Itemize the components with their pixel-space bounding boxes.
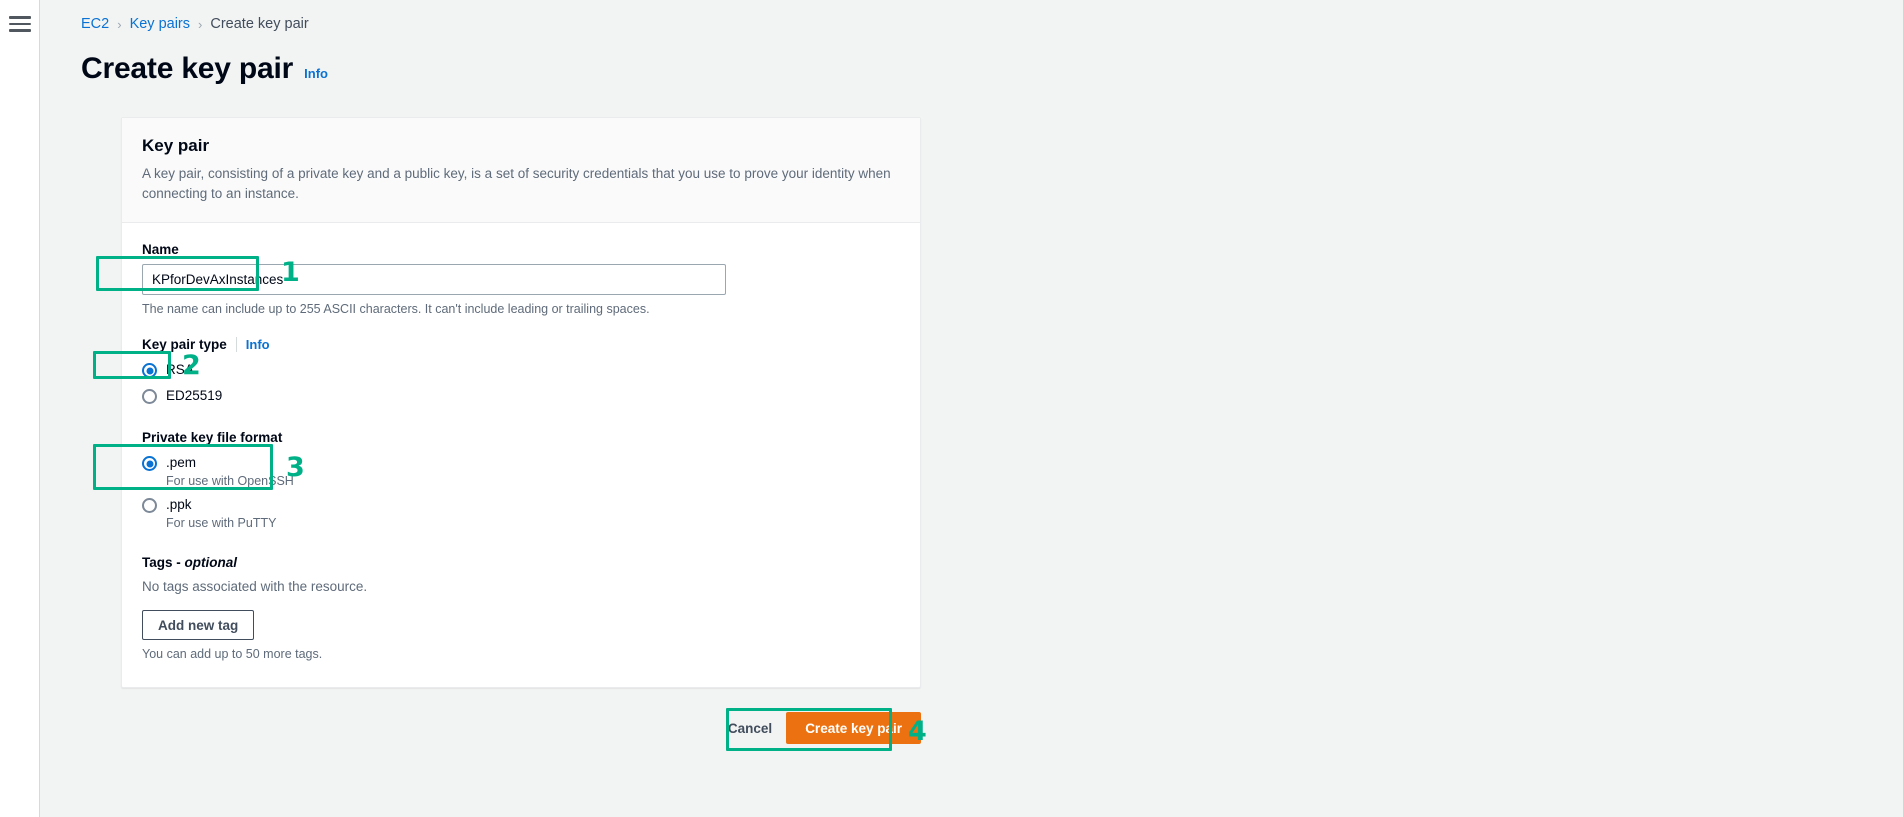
ppk-radio-label: .ppk bbox=[166, 497, 192, 513]
hamburger-menu-icon[interactable] bbox=[9, 16, 31, 32]
chevron-right-icon: › bbox=[198, 16, 203, 32]
radio-selected-icon bbox=[142, 456, 157, 472]
ed25519-radio[interactable]: ED25519 bbox=[142, 383, 900, 409]
tags-empty-text: No tags associated with the resource. bbox=[142, 579, 368, 595]
ppk-radio-description: For use with PuTTY bbox=[166, 516, 277, 531]
breadcrumb-item-key-pairs[interactable]: Key pairs bbox=[130, 16, 190, 32]
card-body: Name The name can include up to 255 ASCI… bbox=[122, 223, 920, 687]
key-pair-type-label-row: Key pair type Info bbox=[142, 337, 900, 353]
tags-heading-main: Tags - bbox=[142, 555, 185, 571]
radio-unselected-icon bbox=[142, 389, 157, 405]
key-pair-type-label: Key pair type bbox=[142, 337, 227, 353]
name-input[interactable] bbox=[142, 264, 726, 296]
pem-radio[interactable]: .pem For use with OpenSSH bbox=[142, 450, 900, 492]
chevron-right-icon: › bbox=[117, 16, 122, 32]
ppk-radio[interactable]: .ppk For use with PuTTY bbox=[142, 492, 900, 534]
rsa-radio-label: RSA bbox=[166, 362, 194, 378]
radio-selected-icon bbox=[142, 363, 157, 379]
ed25519-radio-label: ED25519 bbox=[166, 388, 223, 404]
rsa-radio-texts: RSA bbox=[166, 361, 194, 379]
page-content: EC2 › Key pairs › Create key pair Create… bbox=[41, 0, 1903, 817]
breadcrumb-item-ec2[interactable]: EC2 bbox=[81, 16, 109, 32]
page-root: EC2 › Key pairs › Create key pair Create… bbox=[0, 0, 1903, 817]
name-field-help: The name can include up to 255 ASCII cha… bbox=[142, 302, 650, 317]
private-key-format-group: Private key file format .pem For use wit… bbox=[142, 430, 900, 534]
radio-unselected-icon bbox=[142, 498, 157, 514]
card-title: Key pair bbox=[142, 136, 210, 155]
key-pair-card: Key pair A key pair, consisting of a pri… bbox=[121, 117, 921, 689]
page-title: Create key pair bbox=[81, 52, 294, 85]
name-field-group: Name The name can include up to 255 ASCI… bbox=[142, 242, 900, 316]
breadcrumb-item-current: Create key pair bbox=[210, 16, 309, 32]
create-key-pair-button[interactable]: Create key pair bbox=[786, 712, 921, 744]
tags-heading: Tags - optional bbox=[142, 555, 900, 570]
tags-group: Tags - optional No tags associated with … bbox=[142, 555, 900, 661]
cancel-button[interactable]: Cancel bbox=[714, 712, 786, 744]
card-header: Key pair A key pair, consisting of a pri… bbox=[122, 118, 920, 224]
tags-heading-optional: optional bbox=[184, 555, 238, 571]
ppk-radio-texts: .ppk For use with PuTTY bbox=[166, 496, 276, 530]
breadcrumb: EC2 › Key pairs › Create key pair bbox=[81, 16, 309, 32]
page-header: Create key pair Info bbox=[81, 52, 328, 86]
label-divider bbox=[235, 337, 237, 353]
key-pair-type-info-link[interactable]: Info bbox=[246, 337, 270, 352]
private-key-format-radio-group: .pem For use with OpenSSH .ppk For use w… bbox=[142, 450, 900, 534]
form-footer-actions: Cancel Create key pair bbox=[121, 712, 921, 744]
name-input-row bbox=[142, 264, 900, 296]
key-pair-type-group: Key pair type Info RSA ED25519 bbox=[142, 337, 900, 409]
pem-radio-texts: .pem For use with OpenSSH bbox=[166, 454, 294, 488]
pem-radio-label: .pem bbox=[166, 455, 197, 471]
add-new-tag-button[interactable]: Add new tag bbox=[142, 610, 255, 641]
private-key-format-label: Private key file format bbox=[142, 430, 283, 446]
card-description: A key pair, consisting of a private key … bbox=[142, 166, 891, 201]
ed25519-radio-texts: ED25519 bbox=[166, 387, 222, 405]
left-navigation-rail bbox=[0, 0, 40, 817]
page-info-link[interactable]: Info bbox=[304, 66, 328, 81]
rsa-radio[interactable]: RSA bbox=[142, 357, 900, 383]
pem-radio-description: For use with OpenSSH bbox=[166, 474, 294, 489]
name-field-label: Name bbox=[142, 242, 179, 258]
tags-limit-text: You can add up to 50 more tags. bbox=[142, 647, 323, 662]
key-pair-type-radio-group: RSA ED25519 bbox=[142, 357, 900, 409]
